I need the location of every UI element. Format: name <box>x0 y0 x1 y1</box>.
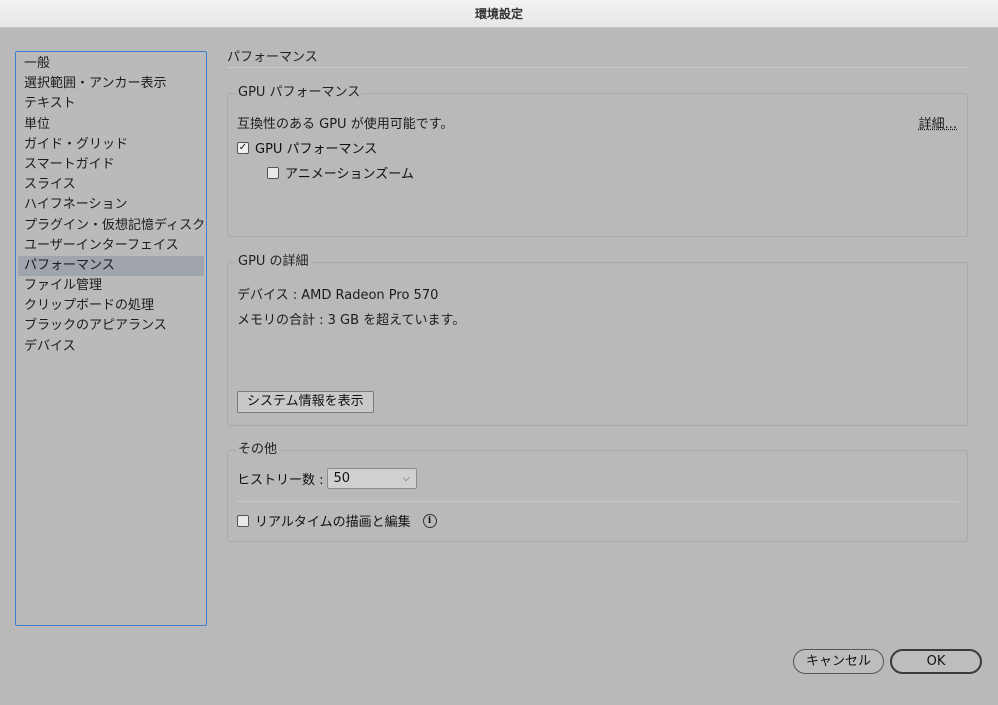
checkmark-icon[interactable]: ✓ <box>237 142 249 154</box>
history-states-row: ヒストリー数 : 50 ⌵ <box>237 468 417 489</box>
page-title: パフォーマンス <box>227 48 968 68</box>
gpu-details-group: GPU の詳細 デバイス : AMD Radeon Pro 570 メモリの合計… <box>227 262 968 426</box>
sidebar-item-black-appearance[interactable]: ブラックのアピアランス <box>18 316 204 336</box>
ok-button[interactable]: OK <box>890 649 982 674</box>
sidebar-item-guides-grid[interactable]: ガイド・グリッド <box>18 135 204 155</box>
sidebar-item-clipboard[interactable]: クリップボードの処理 <box>18 296 204 316</box>
settings-panel: パフォーマンス GPU パフォーマンス 互換性のある GPU が使用可能です。 … <box>227 48 968 68</box>
checkbox-icon[interactable] <box>237 515 249 527</box>
gpu-performance-checkbox[interactable]: ✓ GPU パフォーマンス <box>237 138 377 157</box>
gpu-performance-group: GPU パフォーマンス 互換性のある GPU が使用可能です。 詳細... ✓ … <box>227 93 968 237</box>
cancel-button[interactable]: キャンセル <box>793 649 884 674</box>
sidebar-item-file-handling[interactable]: ファイル管理 <box>18 276 204 296</box>
realtime-drawing-label: リアルタイムの描画と編集 <box>255 511 411 530</box>
animation-zoom-label: アニメーションズーム <box>285 163 414 182</box>
sidebar-item-units[interactable]: 単位 <box>18 115 204 135</box>
window-title: 環境設定 <box>0 0 998 28</box>
gpu-performance-legend: GPU パフォーマンス <box>236 85 362 101</box>
sidebar-item-user-interface[interactable]: ユーザーインターフェイス <box>18 236 204 256</box>
sidebar-item-hyphenation[interactable]: ハイフネーション <box>18 195 204 215</box>
info-icon[interactable]: i <box>423 514 437 528</box>
sidebar-item-performance[interactable]: パフォーマンス <box>18 256 204 276</box>
divider <box>237 501 958 502</box>
history-states-label: ヒストリー数 : <box>237 469 324 488</box>
sidebar-item-selection-anchor[interactable]: 選択範囲・アンカー表示 <box>18 74 204 94</box>
other-legend: その他 <box>236 442 279 458</box>
sidebar-item-smart-guides[interactable]: スマートガイド <box>18 155 204 175</box>
chevron-down-icon: ⌵ <box>403 474 410 484</box>
gpu-device-text: デバイス : AMD Radeon Pro 570 <box>237 284 438 303</box>
realtime-drawing-checkbox[interactable]: リアルタイムの描画と編集 i <box>237 511 437 530</box>
history-states-select[interactable]: 50 ⌵ <box>327 468 417 489</box>
checkbox-icon[interactable] <box>267 167 279 179</box>
gpu-compat-text: 互換性のある GPU が使用可能です。 <box>237 113 453 132</box>
sidebar-item-plugins-scratch-disks[interactable]: プラグイン・仮想記憶ディスク <box>18 216 204 236</box>
history-states-value: 50 <box>334 471 351 486</box>
other-group: その他 ヒストリー数 : 50 ⌵ リアルタイムの描画と編集 i <box>227 450 968 542</box>
gpu-memory-text: メモリの合計 : 3 GB を超えています。 <box>237 309 465 328</box>
show-system-info-button[interactable]: システム情報を表示 <box>237 391 374 413</box>
category-list[interactable]: 一般 選択範囲・アンカー表示 テキスト 単位 ガイド・グリッド スマートガイド … <box>15 51 207 626</box>
gpu-performance-checkbox-label: GPU パフォーマンス <box>255 138 377 157</box>
preferences-window: 一般 選択範囲・アンカー表示 テキスト 単位 ガイド・グリッド スマートガイド … <box>0 28 998 705</box>
animation-zoom-checkbox[interactable]: アニメーションズーム <box>267 163 414 182</box>
gpu-details-legend: GPU の詳細 <box>236 254 311 270</box>
sidebar-item-general[interactable]: 一般 <box>18 54 204 74</box>
sidebar-item-slices[interactable]: スライス <box>18 175 204 195</box>
sidebar-item-devices[interactable]: デバイス <box>18 337 204 357</box>
gpu-detail-link[interactable]: 詳細... <box>919 113 957 132</box>
sidebar-item-text[interactable]: テキスト <box>18 94 204 114</box>
